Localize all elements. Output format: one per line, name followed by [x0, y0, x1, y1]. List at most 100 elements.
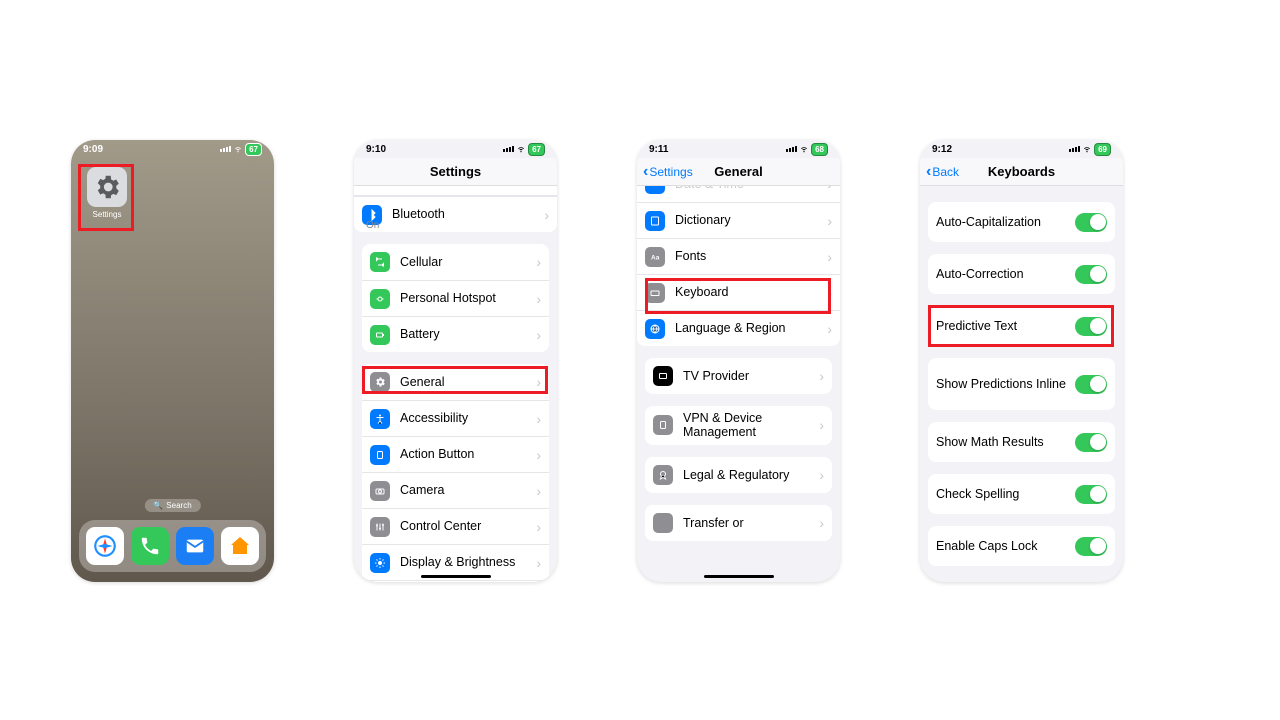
row-battery[interactable]: Battery›: [362, 316, 549, 352]
toggle-on-icon[interactable]: [1075, 265, 1107, 284]
row-keyboard[interactable]: Keyboard›: [637, 274, 840, 310]
home-indicator: [421, 575, 491, 578]
row-label: Keyboard: [675, 285, 823, 299]
chevron-left-icon: ‹: [926, 164, 931, 180]
control-center-icon: [370, 517, 390, 537]
row-date-time[interactable]: Date & Time›: [637, 186, 840, 202]
row-label: Language & Region: [675, 321, 823, 335]
row-action-button[interactable]: Action Button›: [362, 436, 549, 472]
phone-icon[interactable]: [131, 527, 169, 565]
wifi-icon: [1082, 145, 1092, 153]
action-button-icon: [370, 445, 390, 465]
status-icons: 67: [503, 143, 545, 156]
row-label: Control Center: [400, 519, 532, 533]
status-bar: 9:10 67: [354, 140, 557, 158]
search-pill[interactable]: 🔍 Search: [144, 499, 200, 512]
row-label: Dictionary: [675, 213, 823, 227]
nav-title: Keyboards: [988, 164, 1055, 179]
chevron-right-icon: ›: [827, 213, 832, 229]
signal-icon: [220, 146, 231, 152]
chevron-right-icon: ›: [536, 374, 541, 390]
toggle-on-icon[interactable]: [1075, 375, 1107, 394]
row-label: TV Provider: [683, 369, 815, 383]
row-label: Legal & Regulatory: [683, 468, 815, 482]
row-label: Fonts: [675, 249, 823, 263]
row-label: Check Spelling: [936, 487, 1075, 501]
search-icon: 🔍: [153, 501, 163, 510]
row-label: Display & Brightness: [400, 555, 532, 569]
chevron-right-icon: ›: [536, 411, 541, 427]
row-math-results[interactable]: Show Math Results: [928, 422, 1115, 462]
toggle-on-icon[interactable]: [1075, 213, 1107, 232]
row-label: Transfer or: [683, 516, 815, 530]
battery-icon: 67: [528, 143, 545, 156]
general-list[interactable]: Date & Time› Dictionary › Aa Fonts › Keyboa…: [637, 186, 840, 582]
fonts-icon: Aa: [645, 247, 665, 267]
row-bluetooth[interactable]: Bluetooth › On: [354, 196, 557, 232]
status-time: 9:09: [83, 144, 103, 155]
row-vpn[interactable]: VPN & Device Management›: [645, 406, 832, 445]
row-auto-capitalization[interactable]: Auto-Capitalization: [928, 202, 1115, 242]
nav-back[interactable]: ‹Back: [926, 164, 959, 180]
row-label: Action Button: [400, 447, 532, 461]
chevron-right-icon: ›: [536, 291, 541, 307]
status-bar: 9:12 69: [920, 140, 1123, 158]
battery-icon: 67: [245, 143, 262, 156]
row-camera[interactable]: Camera›: [362, 472, 549, 508]
panel-keyboards: 9:12 69 ‹Back Keyboards Auto-Capitalizat…: [920, 140, 1123, 582]
row-label: Show Math Results: [936, 435, 1075, 449]
row-general[interactable]: General›: [362, 364, 549, 400]
row-fonts[interactable]: AaFonts›: [637, 238, 840, 274]
search-label: Search: [166, 501, 191, 510]
hotspot-icon: [370, 289, 390, 309]
row-language-region[interactable]: Language & Region›: [637, 310, 840, 346]
row-show-predictions[interactable]: Show Predictions Inline: [928, 358, 1115, 410]
row-label: Accessibility: [400, 411, 532, 425]
chevron-right-icon: ›: [819, 368, 824, 384]
keyboard-list[interactable]: Auto-Capitalization Auto-Correction Pred…: [920, 186, 1123, 582]
nav-back[interactable]: ‹Settings: [643, 164, 693, 180]
row-legal[interactable]: Legal & Regulatory›: [645, 457, 832, 493]
settings-app-icon[interactable]: Settings: [83, 167, 131, 219]
row-predictive-text[interactable]: Predictive Text: [928, 306, 1115, 346]
dictionary-icon: [645, 211, 665, 231]
mail-icon[interactable]: [176, 527, 214, 565]
battery-row-icon: [370, 325, 390, 345]
status-icons: 68: [786, 143, 828, 156]
row-label: VPN & Device Management: [683, 411, 815, 440]
row-home-screen[interactable]: Home Screen & App Library›: [362, 580, 549, 582]
clock-icon: [645, 186, 665, 194]
toggle-on-icon[interactable]: [1075, 433, 1107, 452]
row-cut-top: [354, 186, 557, 196]
settings-app-label: Settings: [83, 210, 131, 219]
toggle-on-icon[interactable]: [1075, 485, 1107, 504]
globe-icon: [645, 319, 665, 339]
row-dictionary[interactable]: Dictionary ›: [637, 202, 840, 238]
row-label: Predictive Text: [936, 319, 1075, 333]
row-caps-lock[interactable]: Enable Caps Lock: [928, 526, 1115, 566]
row-transfer[interactable]: Transfer or ›: [645, 505, 832, 541]
row-tv-provider[interactable]: TV Provider ›: [645, 358, 832, 394]
nav-title: General: [714, 164, 762, 179]
row-accessibility[interactable]: Accessibility ›: [362, 400, 549, 436]
row-auto-correction[interactable]: Auto-Correction: [928, 254, 1115, 294]
toggle-on-icon[interactable]: [1075, 317, 1107, 336]
safari-icon[interactable]: [86, 527, 124, 565]
row-personal-hotspot[interactable]: Personal Hotspot›: [362, 280, 549, 316]
toggle-on-icon[interactable]: [1075, 537, 1107, 556]
chevron-right-icon: ›: [819, 417, 824, 433]
row-label: Camera: [400, 483, 532, 497]
chevron-right-icon: ›: [819, 515, 824, 531]
row-cellular[interactable]: Cellular›: [362, 244, 549, 280]
row-label: Battery: [400, 327, 532, 341]
chevron-right-icon: ›: [536, 519, 541, 535]
cellular-icon: [370, 252, 390, 272]
settings-list[interactable]: Bluetooth › On Cellular› Personal Hotspo…: [354, 186, 557, 582]
nav-back-label: Settings: [649, 165, 692, 179]
row-check-spelling[interactable]: Check Spelling: [928, 474, 1115, 514]
home-app-icon[interactable]: [221, 527, 259, 565]
gear-icon: [87, 167, 127, 207]
wifi-icon: [799, 145, 809, 153]
tv-icon: [653, 366, 673, 386]
row-control-center[interactable]: Control Center ›: [362, 508, 549, 544]
